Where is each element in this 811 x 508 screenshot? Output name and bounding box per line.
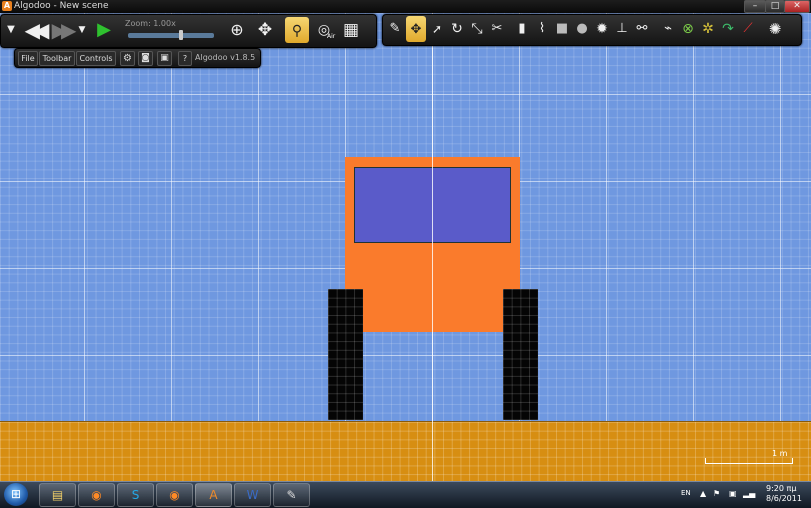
windows-start-button[interactable]: ⊞ bbox=[4, 483, 28, 506]
zoom-slider-knob[interactable] bbox=[179, 30, 183, 40]
window-icon[interactable]: ▣ bbox=[157, 51, 172, 66]
toolbar-menu[interactable]: Toolbar bbox=[39, 51, 75, 66]
thruster-icon[interactable]: ✲ bbox=[699, 15, 717, 43]
algodoo-logo-icon: A bbox=[2, 1, 12, 11]
dropdown-icon[interactable]: ▼ bbox=[75, 16, 89, 44]
play-icon[interactable]: ▶ bbox=[92, 16, 116, 44]
ground-plane[interactable] bbox=[0, 421, 811, 482]
gear-icon[interactable]: ✹ bbox=[593, 15, 611, 43]
air-label: Air bbox=[327, 33, 336, 40]
word-icon[interactable]: W bbox=[234, 483, 271, 507]
drag-icon[interactable]: ➚ bbox=[428, 15, 446, 43]
scale-indicator bbox=[705, 458, 793, 464]
laser-icon[interactable]: ⟋ bbox=[739, 15, 757, 43]
paint-icon[interactable]: ✎ bbox=[273, 483, 310, 507]
left-wheel[interactable] bbox=[328, 289, 363, 420]
menu-arrow-icon[interactable]: ▼ bbox=[4, 16, 18, 44]
move-icon[interactable]: ✥ bbox=[253, 16, 277, 44]
menu-bar: File Toolbar Controls ⚙ ◙ ▣ ? Algodoo v1… bbox=[14, 48, 261, 68]
gravity-icon[interactable]: ⚲ bbox=[285, 17, 309, 43]
right-wheel[interactable] bbox=[503, 289, 538, 420]
clock-date[interactable]: 8/6/2011 bbox=[766, 494, 802, 503]
tracer-icon[interactable]: ↷ bbox=[719, 15, 737, 43]
rotate-icon[interactable]: ↻ bbox=[448, 15, 466, 43]
brush-icon[interactable]: ⌇ bbox=[533, 15, 551, 43]
zoom-icon[interactable]: ⊕ bbox=[225, 16, 249, 44]
move-tool-icon[interactable]: ✥ bbox=[406, 16, 426, 42]
action-center-flag-icon[interactable]: ⚑ bbox=[713, 489, 720, 498]
window-title: Algodoo - New scene bbox=[14, 1, 109, 11]
fast-forward-icon[interactable]: ▶▶ bbox=[49, 16, 77, 44]
controls-menu[interactable]: Controls bbox=[76, 51, 116, 66]
grid-icon[interactable]: ▦ bbox=[339, 16, 363, 44]
box-icon[interactable]: ■ bbox=[553, 15, 571, 43]
cut-icon[interactable]: ✂ bbox=[488, 15, 506, 43]
hinge-icon[interactable]: ⚯ bbox=[633, 15, 651, 43]
fixate-icon[interactable]: ⊥ bbox=[613, 15, 631, 43]
tools-toolbar: ✎ ✥ ➚ ↻ ⤡ ✂ ▮ ⌇ ■ ● ✹ ⊥ ⚯ ⌁ ⊗ ✲ ↷ ⟋ ✺ bbox=[382, 14, 802, 46]
spring-icon[interactable]: ⌁ bbox=[659, 15, 677, 43]
close-button[interactable]: ✕ bbox=[784, 0, 810, 13]
show-hidden-icons-icon[interactable]: ▲ bbox=[700, 489, 706, 498]
algodoo-icon[interactable]: A bbox=[195, 483, 232, 507]
zoom-label: Zoom: 1.00x bbox=[125, 19, 176, 28]
clock-time[interactable]: 9:20 πμ bbox=[766, 484, 796, 493]
plane-icon[interactable]: ▮ bbox=[513, 15, 531, 43]
version-label: Algodoo v1.8.5 bbox=[195, 53, 256, 62]
chain-icon[interactable]: ✺ bbox=[765, 15, 785, 43]
help-button[interactable]: ? bbox=[178, 51, 192, 66]
maximize-button[interactable]: □ bbox=[765, 0, 785, 13]
window-title-bar: A Algodoo - New scene – □ ✕ bbox=[0, 0, 811, 13]
file-menu[interactable]: File bbox=[18, 51, 38, 66]
simulation-toolbar: ▼ ◀◀ ▶▶ ▼ ▶ Zoom: 1.00x ⊕ ✥ ⚲ ◎ Air ▦ bbox=[0, 14, 377, 48]
minimize-button[interactable]: – bbox=[744, 0, 766, 13]
settings-gear-icon[interactable]: ⚙ bbox=[120, 51, 135, 66]
circle-icon[interactable]: ● bbox=[573, 15, 591, 43]
firefox-icon[interactable]: ◉ bbox=[156, 483, 193, 507]
axle-icon[interactable]: ⊗ bbox=[679, 15, 697, 43]
network-signal-icon[interactable]: ▂▄ bbox=[743, 489, 755, 498]
firefox-icon[interactable]: ◉ bbox=[78, 483, 115, 507]
language-indicator[interactable]: EN bbox=[681, 489, 691, 497]
vertical-axis-line bbox=[432, 13, 433, 481]
scale-icon[interactable]: ⤡ bbox=[468, 15, 486, 43]
scale-label: 1 m bbox=[772, 449, 788, 458]
skype-icon[interactable]: S bbox=[117, 483, 154, 507]
explorer-icon[interactable]: ▤ bbox=[39, 483, 76, 507]
rewind-icon[interactable]: ◀◀ bbox=[21, 16, 50, 44]
zoom-slider[interactable] bbox=[128, 33, 214, 38]
sketch-icon[interactable]: ✎ bbox=[386, 15, 404, 43]
device-icon[interactable]: ▣ bbox=[729, 489, 737, 498]
camera-icon[interactable]: ◙ bbox=[138, 51, 153, 66]
